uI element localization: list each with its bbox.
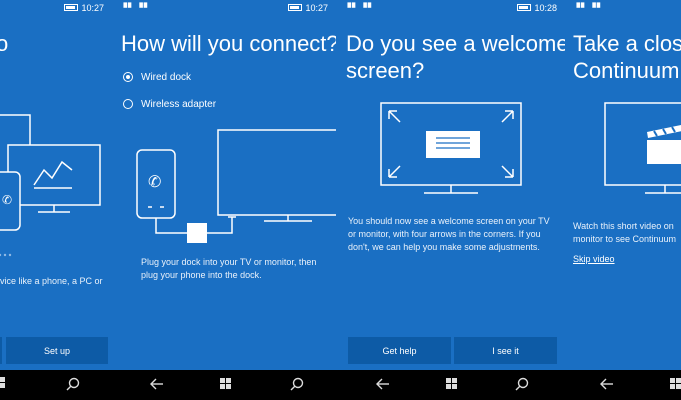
setup-button[interactable]: Set up bbox=[6, 337, 108, 364]
dock-illustration: ✆ bbox=[136, 129, 336, 243]
page-title: o bbox=[0, 31, 9, 56]
page-title-line-1: Do you see a welcome bbox=[346, 31, 565, 56]
description-line-2: or monitor, with four arrows in the corn… bbox=[348, 229, 541, 239]
svg-text:✆: ✆ bbox=[148, 172, 161, 191]
i-see-it-button[interactable]: I see it bbox=[454, 337, 557, 364]
description-line-1: You should now see a welcome screen on y… bbox=[348, 216, 550, 226]
option-wireless-adapter-label[interactable]: Wireless adapter bbox=[141, 98, 216, 111]
status-time: 10:27 bbox=[81, 3, 104, 13]
status-bar: ▝▘▝▘ 10:28 bbox=[336, 0, 565, 16]
panel-continuum-video: ▝▘▝▘ Take a closer Continuum Watch this … bbox=[565, 0, 681, 400]
battery-icon bbox=[64, 4, 78, 11]
panel-setup: 10:27 o ✆ vice like a phone, a PC or Set… bbox=[0, 0, 112, 400]
setup-left-button[interactable] bbox=[0, 337, 2, 364]
status-time: 10:28 bbox=[534, 3, 557, 13]
panel-welcome-screen: ▝▘▝▘ 10:28 Do you see a welcome screen? … bbox=[336, 0, 565, 400]
video-illustration bbox=[604, 102, 681, 194]
svg-text:✆: ✆ bbox=[2, 193, 12, 207]
back-arrow-icon[interactable] bbox=[376, 377, 390, 391]
page-title-line-2: screen? bbox=[346, 58, 425, 83]
page-title-line-1: Take a closer bbox=[573, 31, 681, 56]
search-icon[interactable] bbox=[515, 377, 529, 391]
description-line-1: Watch this short video on bbox=[573, 221, 674, 231]
description-line-2: plug your phone into the dock. bbox=[141, 270, 262, 280]
welcome-screen-illustration bbox=[380, 102, 522, 194]
radio-wired-dock[interactable] bbox=[123, 72, 133, 82]
battery-icon bbox=[288, 4, 302, 11]
back-arrow-icon[interactable] bbox=[150, 377, 164, 391]
panel-connect: ▝▘▝▘ 10:27 How will you connect? Wired d… bbox=[112, 0, 336, 400]
navigation-bar bbox=[0, 370, 681, 400]
page-title: How will you connect? bbox=[121, 31, 336, 56]
search-icon[interactable] bbox=[290, 377, 304, 391]
windows-logo-icon[interactable] bbox=[446, 378, 458, 390]
radio-wireless-adapter[interactable] bbox=[123, 99, 133, 109]
description: vice like a phone, a PC or bbox=[0, 276, 103, 286]
status-bar: 10:27 bbox=[0, 0, 112, 16]
signal-icon: ▝▘▝▘ bbox=[120, 3, 152, 13]
status-time: 10:27 bbox=[305, 3, 328, 13]
windows-logo-icon[interactable] bbox=[0, 377, 6, 389]
status-bar: ▝▘▝▘ 10:27 bbox=[112, 0, 336, 16]
windows-logo-icon[interactable] bbox=[670, 378, 681, 390]
description-line-3: don't, we can help you make some adjustm… bbox=[348, 242, 540, 252]
windows-logo-icon[interactable] bbox=[220, 378, 232, 390]
signal-icon: ▝▘▝▘ bbox=[344, 3, 376, 13]
search-icon[interactable] bbox=[66, 377, 80, 391]
battery-icon bbox=[517, 4, 531, 11]
get-help-button[interactable]: Get help bbox=[348, 337, 451, 364]
skip-video-link[interactable]: Skip video bbox=[573, 253, 615, 266]
back-arrow-icon[interactable] bbox=[600, 377, 614, 391]
status-bar: ▝▘▝▘ bbox=[565, 0, 681, 16]
option-wired-dock-label[interactable]: Wired dock bbox=[141, 71, 191, 84]
page-title-line-2: Continuum bbox=[573, 58, 680, 83]
clapperboard-icon bbox=[647, 125, 681, 164]
signal-icon: ▝▘▝▘ bbox=[573, 3, 605, 13]
description-line-1: Plug your dock into your TV or monitor, … bbox=[141, 257, 317, 267]
description-line-2: monitor to see Continuum bbox=[573, 234, 677, 244]
